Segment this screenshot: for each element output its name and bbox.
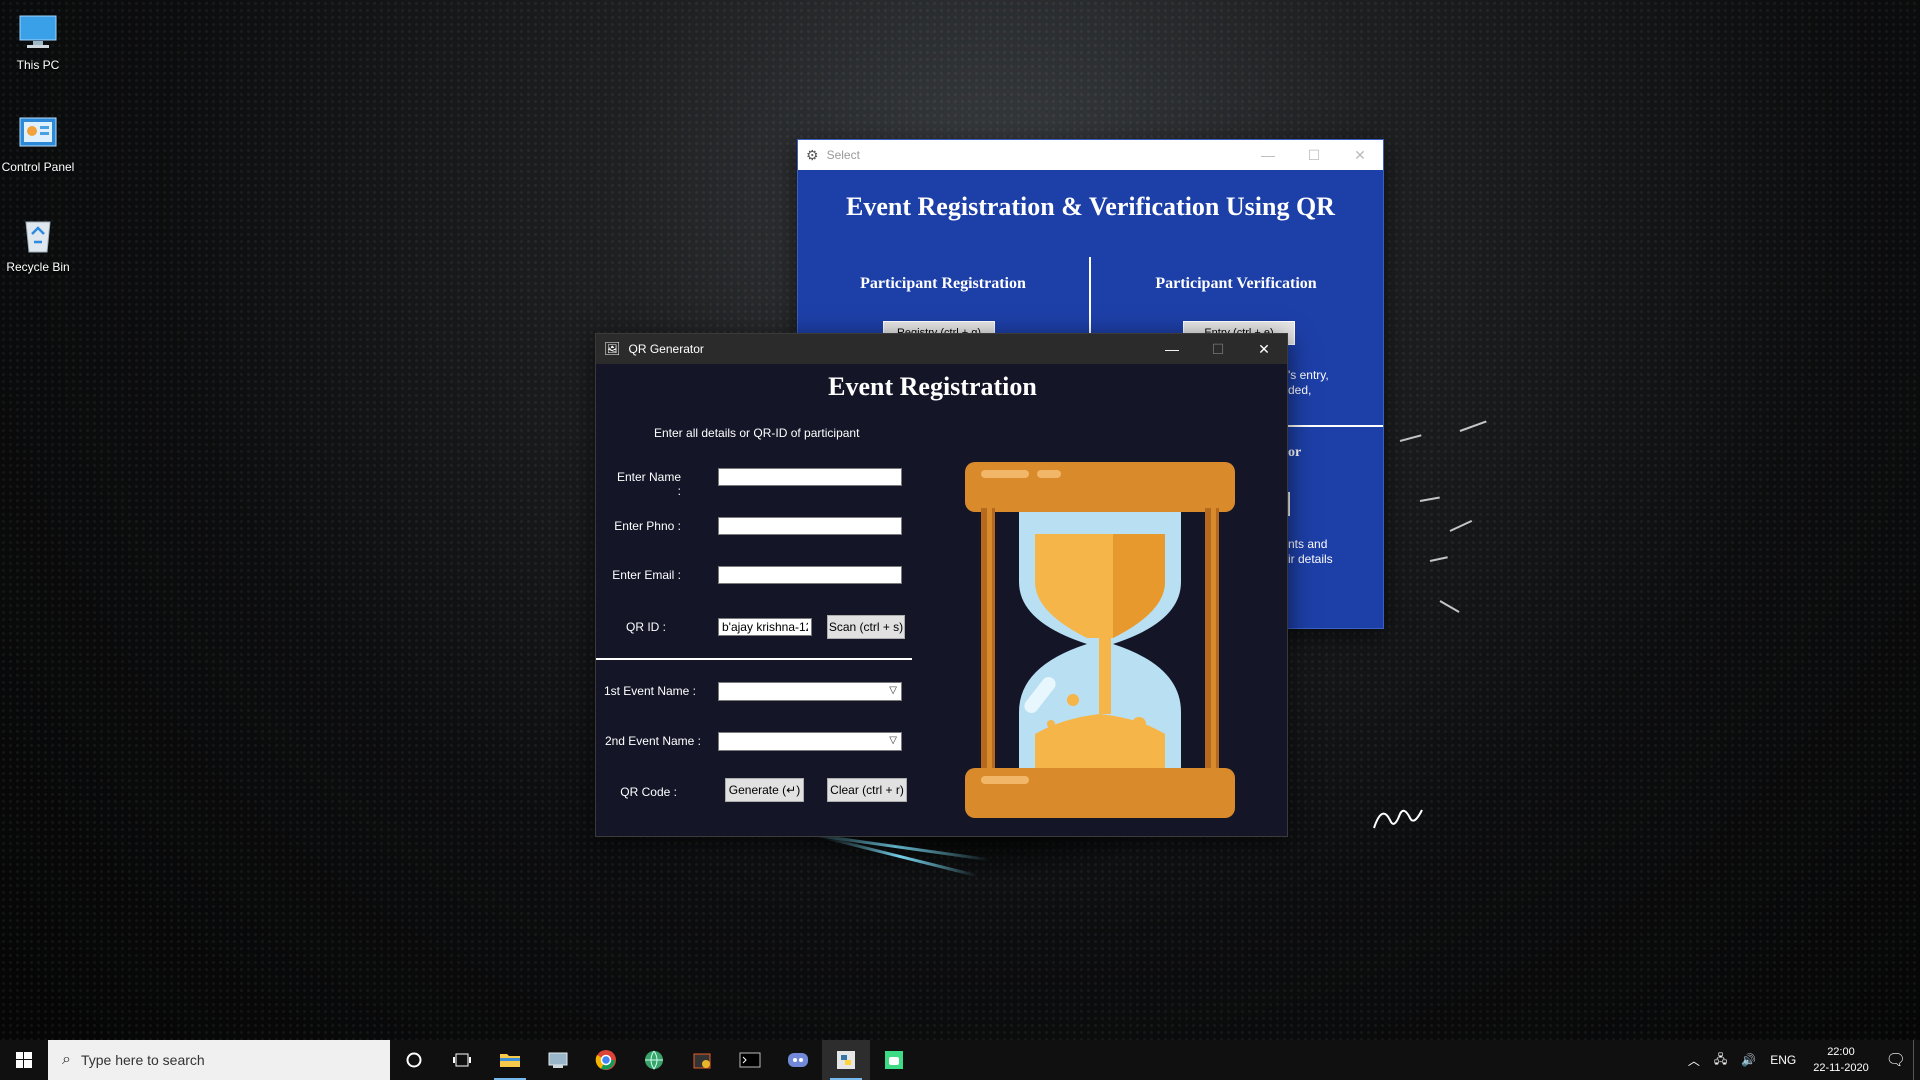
- select-heading: Event Registration & Verification Using …: [846, 192, 1335, 221]
- show-desktop-button[interactable]: [1913, 1040, 1920, 1080]
- qr-id-label: QR ID :: [625, 620, 666, 634]
- clear-button[interactable]: Clear (ctrl + r): [827, 778, 907, 802]
- qr-code-label: QR Code :: [620, 785, 677, 799]
- chrome-icon: [595, 1050, 616, 1070]
- taskbar-app-4[interactable]: [630, 1040, 678, 1080]
- start-button[interactable]: [0, 1040, 48, 1080]
- python-icon: [837, 1051, 855, 1069]
- generate-button[interactable]: Generate (↵): [725, 778, 804, 802]
- chevron-up-icon[interactable]: ︿: [1681, 1052, 1707, 1069]
- taskbar-file-explorer[interactable]: [486, 1040, 534, 1080]
- verification-text-line2: ded,: [1288, 383, 1312, 397]
- hourglass-icon: [965, 462, 1235, 818]
- computer-icon: [16, 10, 60, 54]
- participant-registration-title: Participant Registration: [860, 275, 1026, 292]
- lower-text-line1: nts and: [1288, 537, 1328, 551]
- search-placeholder: Type here to search: [80, 1052, 205, 1068]
- chevron-down-icon: ▽: [889, 735, 897, 746]
- taskbar-android[interactable]: [870, 1040, 918, 1080]
- minimize-icon[interactable]: —: [1245, 140, 1291, 170]
- desktop-icon-label: Control Panel: [1, 160, 75, 174]
- search-icon: ⌕: [62, 1051, 71, 1068]
- event1-dropdown[interactable]: ▽: [718, 682, 902, 701]
- instructions-text: Enter all details or QR-ID of participan…: [654, 426, 860, 440]
- taskbar-search[interactable]: ⌕ Type here to search: [48, 1040, 390, 1080]
- language-indicator[interactable]: ENG: [1763, 1053, 1803, 1067]
- name-field[interactable]: [718, 468, 902, 486]
- control-panel-icon: [16, 112, 60, 156]
- phone-field[interactable]: [718, 517, 902, 535]
- email-label: Enter Email :: [612, 568, 681, 582]
- taskbar-app-2[interactable]: [534, 1040, 582, 1080]
- system-tray: ︿ 🖧 🔊 ENG 22:00 22-11-2020 🗨: [1681, 1040, 1920, 1080]
- maximize-icon[interactable]: ☐: [1291, 140, 1337, 170]
- recycle-bin-icon: [16, 212, 60, 256]
- clock-date: 22-11-2020: [1813, 1062, 1869, 1074]
- volume-icon[interactable]: 🔊: [1734, 1053, 1763, 1067]
- cortana-icon: [406, 1052, 422, 1068]
- windows-icon: [16, 1052, 32, 1068]
- minimize-icon[interactable]: —: [1149, 334, 1195, 364]
- device-manager-icon: [548, 1052, 568, 1068]
- select-window-titlebar[interactable]: ⚙ Select — ☐ ✕: [798, 140, 1383, 170]
- clock-time: 22:00: [1827, 1046, 1855, 1058]
- cortana-button[interactable]: [390, 1040, 438, 1080]
- desktop-icon-recycle-bin[interactable]: Recycle Bin: [0, 212, 76, 274]
- verification-text-line1: 's entry,: [1288, 368, 1329, 382]
- app-icon: 🖼: [604, 341, 621, 356]
- tool-icon: [693, 1053, 711, 1069]
- notification-icon[interactable]: 🗨: [1879, 1050, 1913, 1070]
- event2-label: 2nd Event Name :: [604, 734, 701, 748]
- taskbar-chrome[interactable]: [582, 1040, 630, 1080]
- task-view-icon: [453, 1053, 471, 1067]
- desktop-icon-control-panel[interactable]: Control Panel: [0, 112, 76, 174]
- taskbar-terminal[interactable]: [726, 1040, 774, 1080]
- form-divider: [596, 658, 912, 660]
- android-studio-icon: [885, 1051, 903, 1069]
- clock[interactable]: 22:00 22-11-2020: [1803, 1044, 1878, 1076]
- window-title: Select: [826, 148, 860, 162]
- lower-text-line2: ir details: [1288, 552, 1333, 566]
- window-title: QR Generator: [628, 342, 704, 356]
- scan-button[interactable]: Scan (ctrl + s): [827, 615, 905, 639]
- taskbar: ⌕ Type here to search ︿ 🖧 🔊 ENG 22:00 22…: [0, 1040, 1920, 1080]
- event1-label: 1st Event Name :: [603, 684, 696, 698]
- discord-icon: [788, 1053, 808, 1067]
- name-label: Enter Name :: [616, 470, 681, 498]
- desktop-icon-label: Recycle Bin: [6, 260, 70, 274]
- folder-icon: [500, 1054, 520, 1067]
- qr-window-titlebar[interactable]: 🖼 QR Generator — ☐ ✕: [596, 334, 1287, 364]
- taskbar-python[interactable]: [822, 1040, 870, 1080]
- qr-id-field[interactable]: [718, 618, 812, 636]
- globe-icon: [645, 1050, 663, 1070]
- task-view-button[interactable]: [438, 1040, 486, 1080]
- phone-label: Enter Phno :: [614, 519, 681, 533]
- page-title: Event Registration: [828, 372, 1037, 401]
- participant-verification-title: Participant Verification: [1155, 275, 1317, 292]
- close-icon[interactable]: ✕: [1337, 140, 1383, 170]
- taskbar-discord[interactable]: [774, 1040, 822, 1080]
- event2-dropdown[interactable]: ▽: [718, 732, 902, 751]
- app-icon: ⚙: [806, 146, 819, 163]
- network-icon[interactable]: 🖧: [1707, 1050, 1734, 1071]
- maximize-icon[interactable]: ☐: [1195, 334, 1241, 364]
- taskbar-app-5[interactable]: [678, 1040, 726, 1080]
- lower-section-title: or: [1288, 445, 1302, 460]
- terminal-icon: [739, 1052, 761, 1068]
- desktop-icon-this-pc[interactable]: This PC: [0, 10, 76, 72]
- qr-generator-window: 🖼 QR Generator — ☐ ✕ Event Registration …: [595, 333, 1288, 837]
- email-field[interactable]: [718, 566, 902, 584]
- close-icon[interactable]: ✕: [1241, 334, 1287, 364]
- chevron-down-icon: ▽: [889, 685, 897, 696]
- wallpaper-signature: [1373, 809, 1423, 829]
- desktop-icon-label: This PC: [16, 58, 60, 72]
